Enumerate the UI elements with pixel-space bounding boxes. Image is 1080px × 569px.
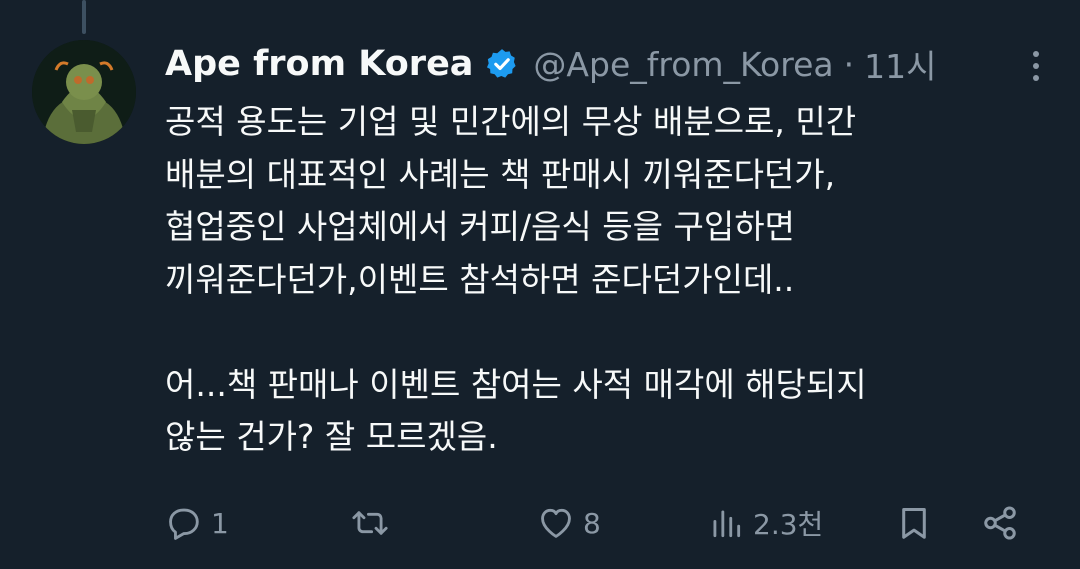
- reply-icon: [169, 508, 199, 540]
- tweet-text-line: 배분의 대표적인 사례는 책 판매시 끼워준다던가,: [165, 154, 836, 194]
- tweet-header: Ape from Korea @Ape_from_Korea · 11시: [165, 36, 1056, 92]
- tweet-timestamp[interactable]: 11시: [864, 40, 936, 88]
- tweet-text-line: 어...책 판매나 이벤트 참여는 사적 매각에 해당되지: [165, 364, 867, 404]
- author-name[interactable]: Ape from Korea: [165, 44, 473, 84]
- tweet-text-line: 공적 용도는 기업 및 민간에의 무상 배분으로, 민간: [165, 102, 857, 141]
- views-count: 2.3천: [753, 508, 824, 541]
- more-options-icon[interactable]: [1016, 46, 1056, 86]
- action-bar: 1 8 2.3천: [165, 495, 1045, 551]
- author-handle[interactable]: @Ape_from_Korea: [533, 45, 833, 84]
- retweet-icon: [352, 511, 388, 535]
- tweet-text: 공적 용도는 기업 및 민간에의 무상 배분으로, 민간 배분의 대표적인 사례…: [165, 96, 1045, 464]
- views-icon: [713, 510, 741, 538]
- avatar[interactable]: [32, 40, 136, 144]
- reply-count: 1: [211, 506, 229, 540]
- paragraph-break: [165, 306, 1045, 359]
- like-button[interactable]: 8: [537, 495, 601, 551]
- retweet-button[interactable]: [351, 495, 397, 551]
- share-button[interactable]: [981, 495, 1019, 551]
- more-dot: [1033, 75, 1039, 81]
- more-dot: [1033, 51, 1039, 57]
- verified-badge-icon: [487, 49, 517, 78]
- bookmark-icon: [902, 508, 926, 539]
- like-count: 8: [583, 506, 601, 540]
- share-icon: [984, 506, 1016, 540]
- separator-dot: ·: [843, 44, 855, 84]
- tweet-text-line: 않는 건가? 잘 모르겠음.: [165, 417, 498, 456]
- tweet-text-line: 끼워준다던가,이벤트 참석하면 준다던가인데..: [165, 259, 795, 299]
- reply-button[interactable]: 1: [165, 495, 229, 551]
- tweet-text-line: 협업중인 사업체에서 커피/음식 등을 구입하면: [165, 207, 795, 246]
- bookmark-button[interactable]: [895, 495, 933, 551]
- thread-connector-line: [82, 0, 86, 34]
- views-button[interactable]: 2.3천: [707, 495, 823, 551]
- heart-icon: [541, 508, 571, 538]
- more-dot: [1033, 63, 1039, 69]
